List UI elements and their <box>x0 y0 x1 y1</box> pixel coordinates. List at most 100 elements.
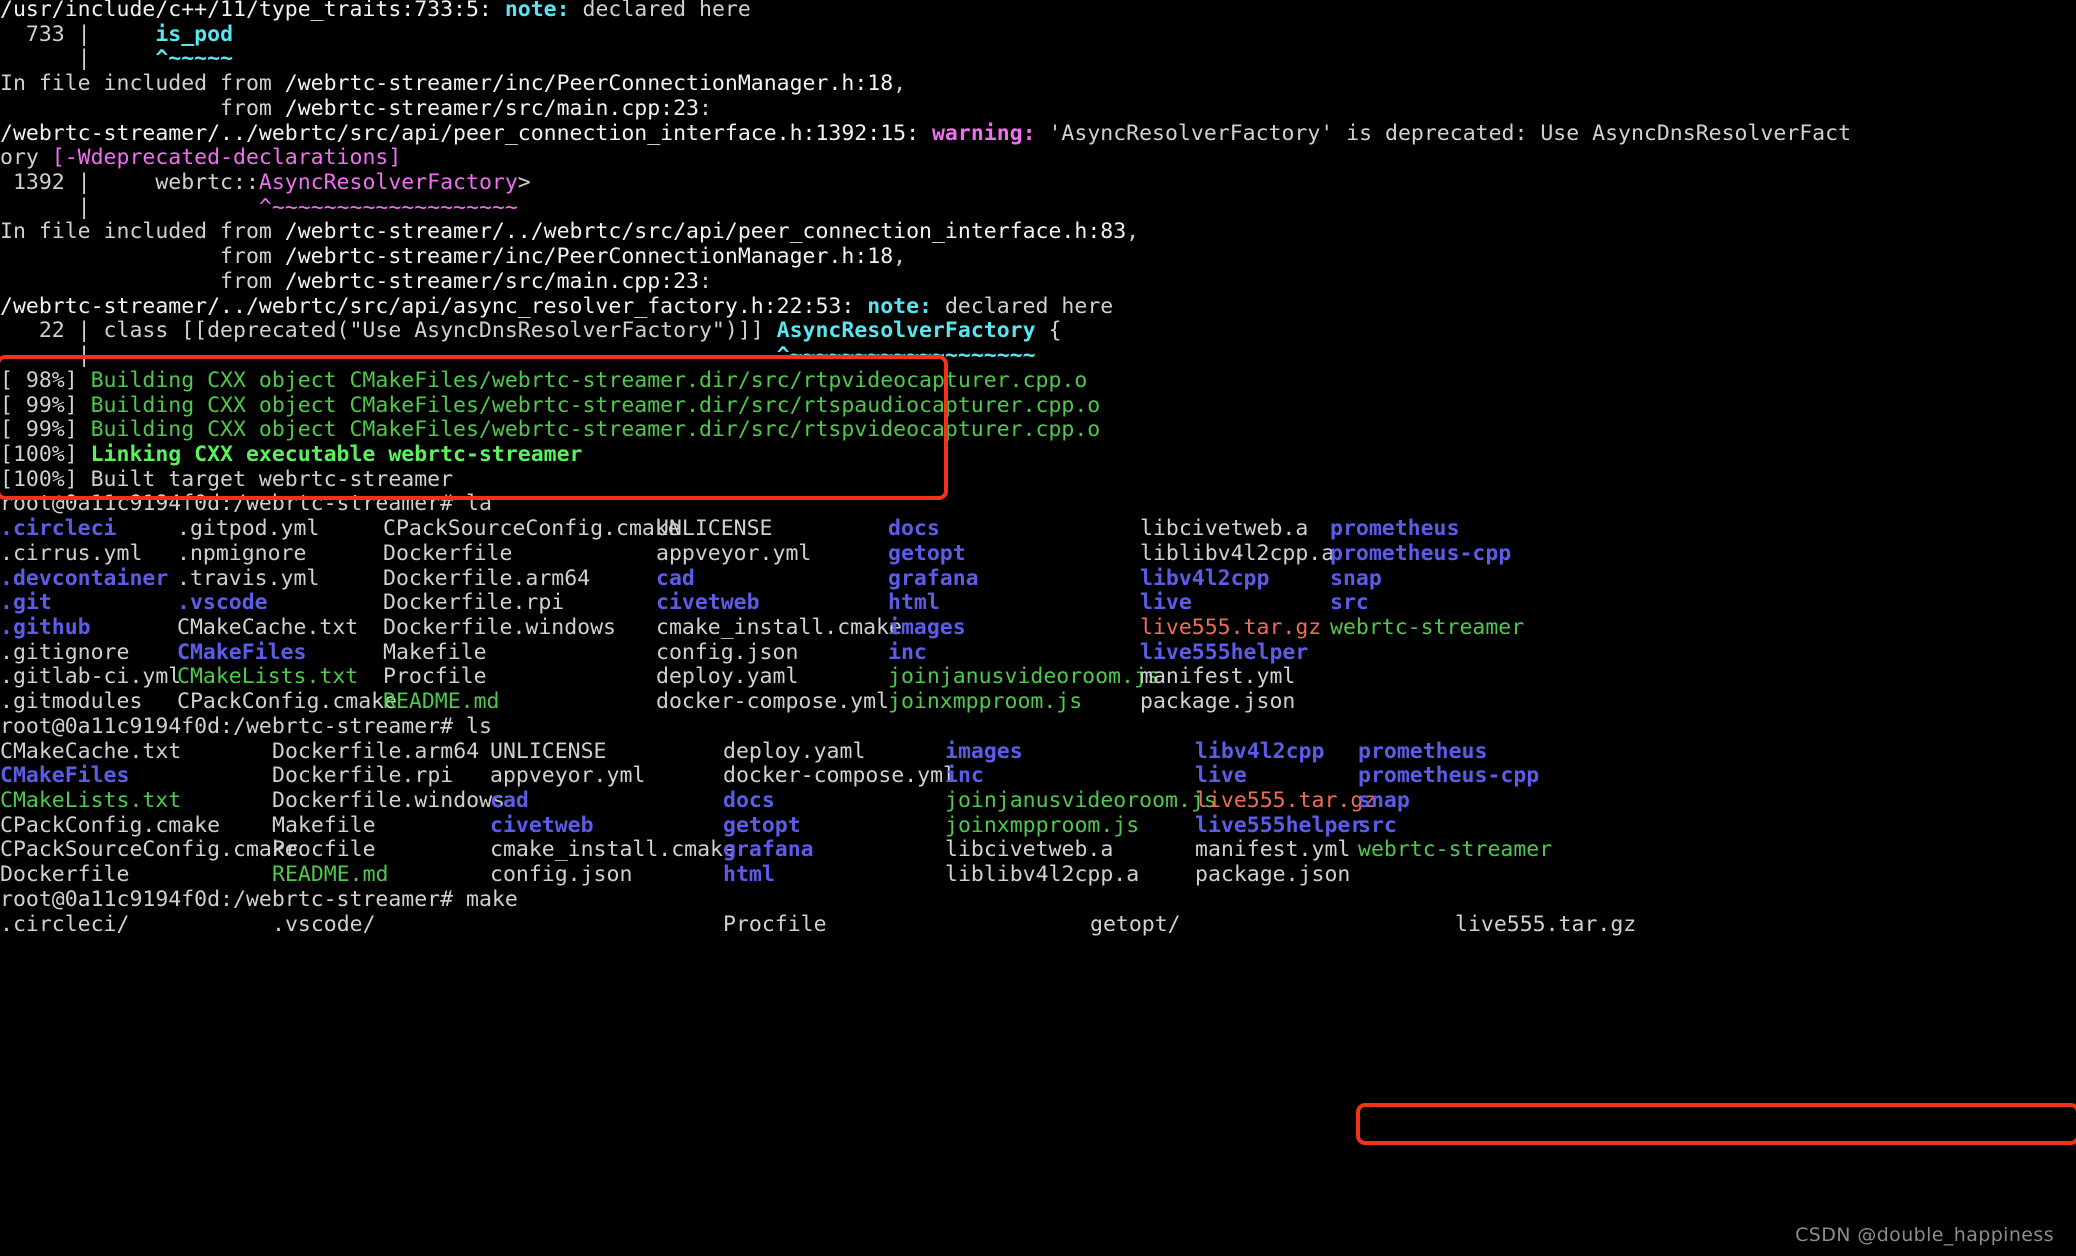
file-entry[interactable]: cad <box>490 788 529 814</box>
file-entry[interactable]: Makefile <box>272 813 376 839</box>
file-entry[interactable]: images <box>945 739 1023 765</box>
file-entry[interactable]: live <box>1140 591 1192 616</box>
file-entry[interactable]: civetweb <box>490 813 594 839</box>
file-entry[interactable]: UNLICENSE <box>656 516 773 542</box>
file-entry[interactable]: CPackConfig.cmake <box>177 689 397 715</box>
file-entry[interactable]: webrtc-streamer <box>1358 838 1552 863</box>
file-entry[interactable]: config.json <box>490 862 632 888</box>
file-entry[interactable]: libv4l2cpp <box>1140 566 1269 592</box>
file-entry[interactable]: CMakeFiles <box>0 764 129 789</box>
file-entry[interactable]: CMakeCache.txt <box>177 615 358 641</box>
file-entry[interactable]: .devcontainer <box>0 566 168 592</box>
file-entry[interactable]: live <box>1195 764 1247 789</box>
file-entry[interactable]: .gitignore <box>0 640 129 666</box>
file-entry[interactable]: Dockerfile.windows <box>383 615 616 641</box>
file-entry[interactable]: .travis.yml <box>177 566 319 592</box>
file-entry[interactable]: live555.tar.gz <box>1455 912 1636 938</box>
file-entry[interactable]: cad <box>656 566 695 592</box>
file-entry[interactable]: html <box>723 862 775 888</box>
file-entry[interactable]: manifest.yml <box>1195 838 1350 863</box>
file-entry[interactable]: joinjanusvideoroom.js <box>888 665 1160 690</box>
file-entry[interactable]: Dockerfile.rpi <box>383 591 564 616</box>
file-entry[interactable]: joinxmpproom.js <box>945 813 1139 839</box>
file-entry[interactable]: manifest.yml <box>1140 665 1295 690</box>
file-entry[interactable]: config.json <box>656 640 798 666</box>
file-entry[interactable]: README.md <box>383 689 500 715</box>
file-entry[interactable]: UNLICENSE <box>490 739 607 765</box>
file-entry[interactable]: .gitmodules <box>0 689 142 715</box>
file-entry[interactable]: CMakeLists.txt <box>177 665 358 690</box>
file-entry[interactable]: CPackSourceConfig.cmake <box>383 516 681 542</box>
file-entry[interactable]: joinxmpproom.js <box>888 689 1082 715</box>
file-entry[interactable]: Dockerfile.windows <box>272 788 505 814</box>
file-entry[interactable]: .vscode <box>177 591 268 616</box>
file-entry[interactable]: docker-compose.yml <box>656 689 889 715</box>
file-entry[interactable]: .git <box>0 591 52 616</box>
file-entry[interactable]: prometheus-cpp <box>1358 764 1539 789</box>
file-entry[interactable]: cmake_install.cmake <box>490 838 736 863</box>
file-entry[interactable]: snap <box>1330 566 1382 592</box>
file-entry[interactable]: .gitlab-ci.yml <box>0 665 181 690</box>
file-entry[interactable]: Procfile <box>723 912 827 938</box>
file-entry[interactable]: snap <box>1358 788 1410 814</box>
file-entry[interactable]: prometheus-cpp <box>1330 541 1511 567</box>
file-entry[interactable]: joinjanusvideoroom.js <box>945 788 1217 814</box>
file-entry[interactable]: appveyor.yml <box>656 541 811 567</box>
file-entry[interactable]: CMakeCache.txt <box>0 739 181 765</box>
file-entry[interactable]: Dockerfile.rpi <box>272 764 453 789</box>
file-entry[interactable]: inc <box>945 764 984 789</box>
file-entry[interactable]: CMakeLists.txt <box>0 788 181 814</box>
file-entry[interactable]: libcivetweb.a <box>945 838 1113 863</box>
file-entry[interactable]: cmake_install.cmake <box>656 615 902 641</box>
file-entry[interactable]: html <box>888 591 940 616</box>
file-entry[interactable]: .gitpod.yml <box>177 516 319 542</box>
file-entry[interactable]: src <box>1330 591 1369 616</box>
file-entry[interactable]: getopt <box>888 541 966 567</box>
file-entry[interactable]: docs <box>723 788 775 814</box>
file-entry[interactable]: .circleci/ <box>0 912 129 938</box>
file-entry[interactable]: .vscode/ <box>272 912 376 938</box>
file-entry[interactable]: Dockerfile <box>383 541 512 567</box>
file-entry[interactable]: README.md <box>272 862 389 888</box>
file-entry[interactable]: package.json <box>1195 862 1350 888</box>
file-entry[interactable]: grafana <box>888 566 979 592</box>
file-entry[interactable]: Procfile <box>383 665 487 690</box>
file-entry[interactable]: Dockerfile.arm64 <box>383 566 590 592</box>
file-entry[interactable]: .npmignore <box>177 541 306 567</box>
file-entry[interactable]: inc <box>888 640 927 666</box>
file-entry[interactable]: grafana <box>723 838 814 863</box>
file-entry[interactable]: Dockerfile <box>0 862 129 888</box>
file-entry[interactable]: deploy.yaml <box>656 665 798 690</box>
file-entry[interactable]: .circleci <box>0 516 117 542</box>
file-entry[interactable]: liblibv4l2cpp.a <box>1140 541 1334 567</box>
file-entry[interactable]: getopt/ <box>1090 912 1181 938</box>
file-entry[interactable]: prometheus <box>1330 516 1459 542</box>
file-entry[interactable]: CPackSourceConfig.cmake <box>0 838 298 863</box>
file-entry[interactable]: live555.tar.gz <box>1195 788 1376 814</box>
file-entry[interactable]: .github <box>0 615 91 641</box>
file-entry[interactable]: live555.tar.gz <box>1140 615 1321 641</box>
file-entry[interactable]: CMakeFiles <box>177 640 306 666</box>
terminal-window[interactable]: /usr/include/c++/11/type_traits:733:5: n… <box>0 0 2076 1256</box>
file-entry[interactable]: Procfile <box>272 838 376 863</box>
file-entry[interactable]: civetweb <box>656 591 760 616</box>
file-entry[interactable]: Dockerfile.arm64 <box>272 739 479 765</box>
file-entry[interactable]: getopt <box>723 813 801 839</box>
file-entry[interactable]: package.json <box>1140 689 1295 715</box>
file-entry[interactable]: live555helper <box>1195 813 1363 839</box>
file-entry[interactable]: libcivetweb.a <box>1140 516 1308 542</box>
file-entry[interactable]: live555helper <box>1140 640 1308 666</box>
file-entry[interactable]: prometheus <box>1358 739 1487 765</box>
file-entry[interactable]: docs <box>888 516 940 542</box>
file-entry[interactable]: images <box>888 615 966 641</box>
file-entry[interactable]: CPackConfig.cmake <box>0 813 220 839</box>
file-entry[interactable]: deploy.yaml <box>723 739 865 765</box>
file-entry[interactable]: .cirrus.yml <box>0 541 142 567</box>
file-entry[interactable]: docker-compose.yml <box>723 764 956 789</box>
file-entry[interactable]: webrtc-streamer <box>1330 615 1524 641</box>
file-entry[interactable]: liblibv4l2cpp.a <box>945 862 1139 888</box>
file-entry[interactable]: libv4l2cpp <box>1195 739 1324 765</box>
file-entry[interactable]: appveyor.yml <box>490 764 645 789</box>
file-entry[interactable]: src <box>1358 813 1397 839</box>
file-entry[interactable]: Makefile <box>383 640 487 666</box>
